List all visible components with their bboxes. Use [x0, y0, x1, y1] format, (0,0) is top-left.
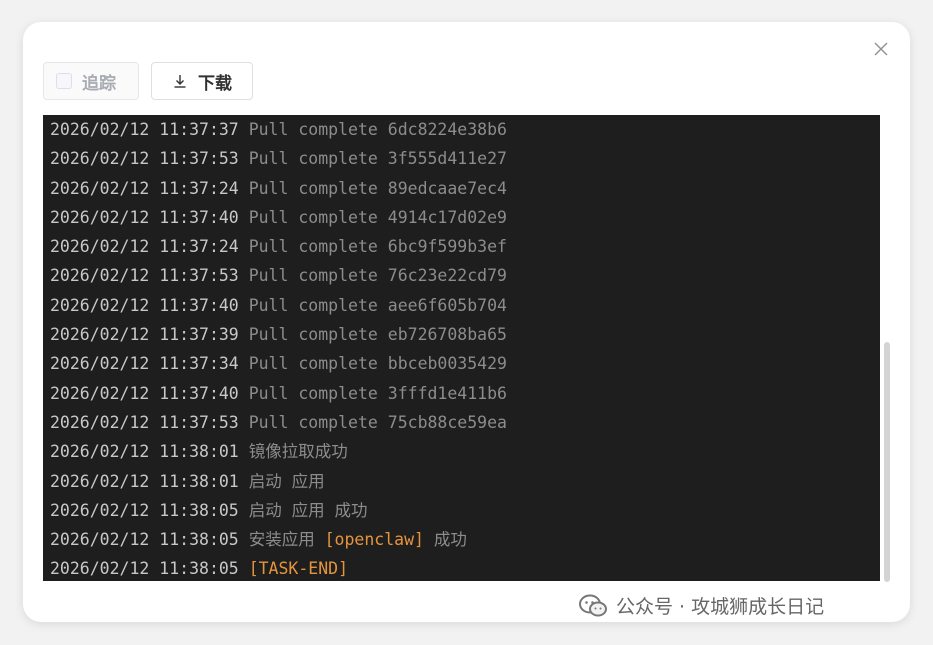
log-timestamp: 2026/02/12 11:38:05	[50, 559, 239, 579]
log-message-suffix: 成功	[433, 530, 467, 550]
log-message: 启动 应用 成功	[248, 500, 368, 520]
log-line: 2026/02/12 11:38:05 [TASK-END]	[43, 554, 880, 581]
log-message: Pull complete 3fffd1e411b6	[248, 383, 507, 403]
trace-label: 追踪	[82, 73, 116, 94]
log-message: Pull complete 4914c17d02e9	[248, 207, 507, 227]
download-label: 下载	[198, 73, 232, 94]
log-timestamp: 2026/02/12 11:38:01	[50, 471, 239, 491]
log-console: 2026/02/12 11:37:37 Pull complete 6dc822…	[43, 115, 880, 581]
log-timestamp: 2026/02/12 11:37:53	[50, 149, 239, 169]
log-line: 2026/02/12 11:37:24 Pull complete 6bc9f5…	[43, 232, 880, 261]
log-line: 2026/02/12 11:38:01 启动 应用	[43, 467, 880, 496]
log-message: 镜像拉取成功	[248, 442, 348, 462]
log-message: Pull complete aee6f605b704	[248, 295, 507, 315]
log-message: Pull complete 3f555d411e27	[248, 149, 507, 169]
log-timestamp: 2026/02/12 11:37:37	[50, 120, 239, 139]
log-line: 2026/02/12 11:37:40 Pull complete 4914c1…	[43, 203, 880, 232]
log-message: 安装应用	[248, 530, 315, 550]
download-icon	[174, 75, 186, 88]
log-message: 启动 应用	[248, 471, 325, 491]
log-timestamp: 2026/02/12 11:37:40	[50, 295, 239, 315]
log-line: 2026/02/12 11:38:05 启动 应用 成功	[43, 496, 880, 525]
log-line: 2026/02/12 11:37:40 Pull complete 3fffd1…	[43, 379, 880, 408]
log-line: 2026/02/12 11:37:53 Pull complete 75cb88…	[43, 408, 880, 437]
log-line: 2026/02/12 11:37:39 Pull complete eb7267…	[43, 320, 880, 349]
log-line: 2026/02/12 11:37:24 Pull complete 89edca…	[43, 174, 880, 203]
trace-checkbox-button[interactable]: 追踪	[43, 62, 139, 100]
log-line: 2026/02/12 11:37:40 Pull complete aee6f6…	[43, 291, 880, 320]
log-dialog: 追踪 下载 2026/02/12 11:37:37 Pull complete …	[23, 22, 910, 622]
log-message: Pull complete eb726708ba65	[248, 325, 507, 345]
log-toolbar: 追踪 下载	[43, 62, 253, 102]
log-timestamp: 2026/02/12 11:37:24	[50, 178, 239, 198]
log-message: Pull complete 75cb88ce59ea	[248, 412, 507, 432]
log-line: 2026/02/12 11:37:53 Pull complete 3f555d…	[43, 144, 880, 173]
log-timestamp: 2026/02/12 11:37:53	[50, 412, 239, 432]
log-highlight: [TASK-END]	[248, 559, 349, 579]
log-timestamp: 2026/02/12 11:38:05	[50, 500, 239, 520]
log-message: Pull complete bbceb0035429	[248, 354, 507, 374]
log-line: 2026/02/12 11:37:53 Pull complete 76c23e…	[43, 261, 880, 290]
close-button[interactable]	[871, 39, 891, 59]
log-timestamp: 2026/02/12 11:37:24	[50, 237, 239, 257]
log-message: Pull complete 6dc8224e38b6	[248, 120, 507, 139]
log-message: Pull complete 76c23e22cd79	[248, 266, 507, 286]
close-icon	[874, 42, 888, 56]
log-timestamp: 2026/02/12 11:38:01	[50, 442, 239, 462]
log-line: 2026/02/12 11:37:37 Pull complete 6dc822…	[43, 115, 880, 144]
log-message: Pull complete 89edcaae7ec4	[248, 178, 507, 198]
log-message: Pull complete 6bc9f599b3ef	[248, 237, 507, 257]
log-timestamp: 2026/02/12 11:37:39	[50, 325, 239, 345]
checkbox-icon[interactable]	[56, 73, 72, 89]
wechat-icon	[579, 594, 607, 616]
log-timestamp: 2026/02/12 11:37:40	[50, 207, 239, 227]
log-timestamp: 2026/02/12 11:37:53	[50, 266, 239, 286]
log-timestamp: 2026/02/12 11:38:05	[50, 530, 239, 550]
log-line: 2026/02/12 11:38:01 镜像拉取成功	[43, 437, 880, 466]
log-line: 2026/02/12 11:37:34 Pull complete bbceb0…	[43, 349, 880, 378]
log-line: 2026/02/12 11:38:05 安装应用 [openclaw] 成功	[43, 525, 880, 554]
console-scrollbar[interactable]	[884, 342, 890, 582]
download-button[interactable]: 下载	[151, 62, 253, 100]
log-highlight: [openclaw]	[324, 530, 424, 550]
log-timestamp: 2026/02/12 11:37:40	[50, 383, 239, 403]
watermark-text: 公众号 · 攻城狮成长日记	[616, 596, 825, 618]
log-timestamp: 2026/02/12 11:37:34	[50, 354, 239, 374]
watermark: 公众号 · 攻城狮成长日记	[578, 592, 824, 619]
